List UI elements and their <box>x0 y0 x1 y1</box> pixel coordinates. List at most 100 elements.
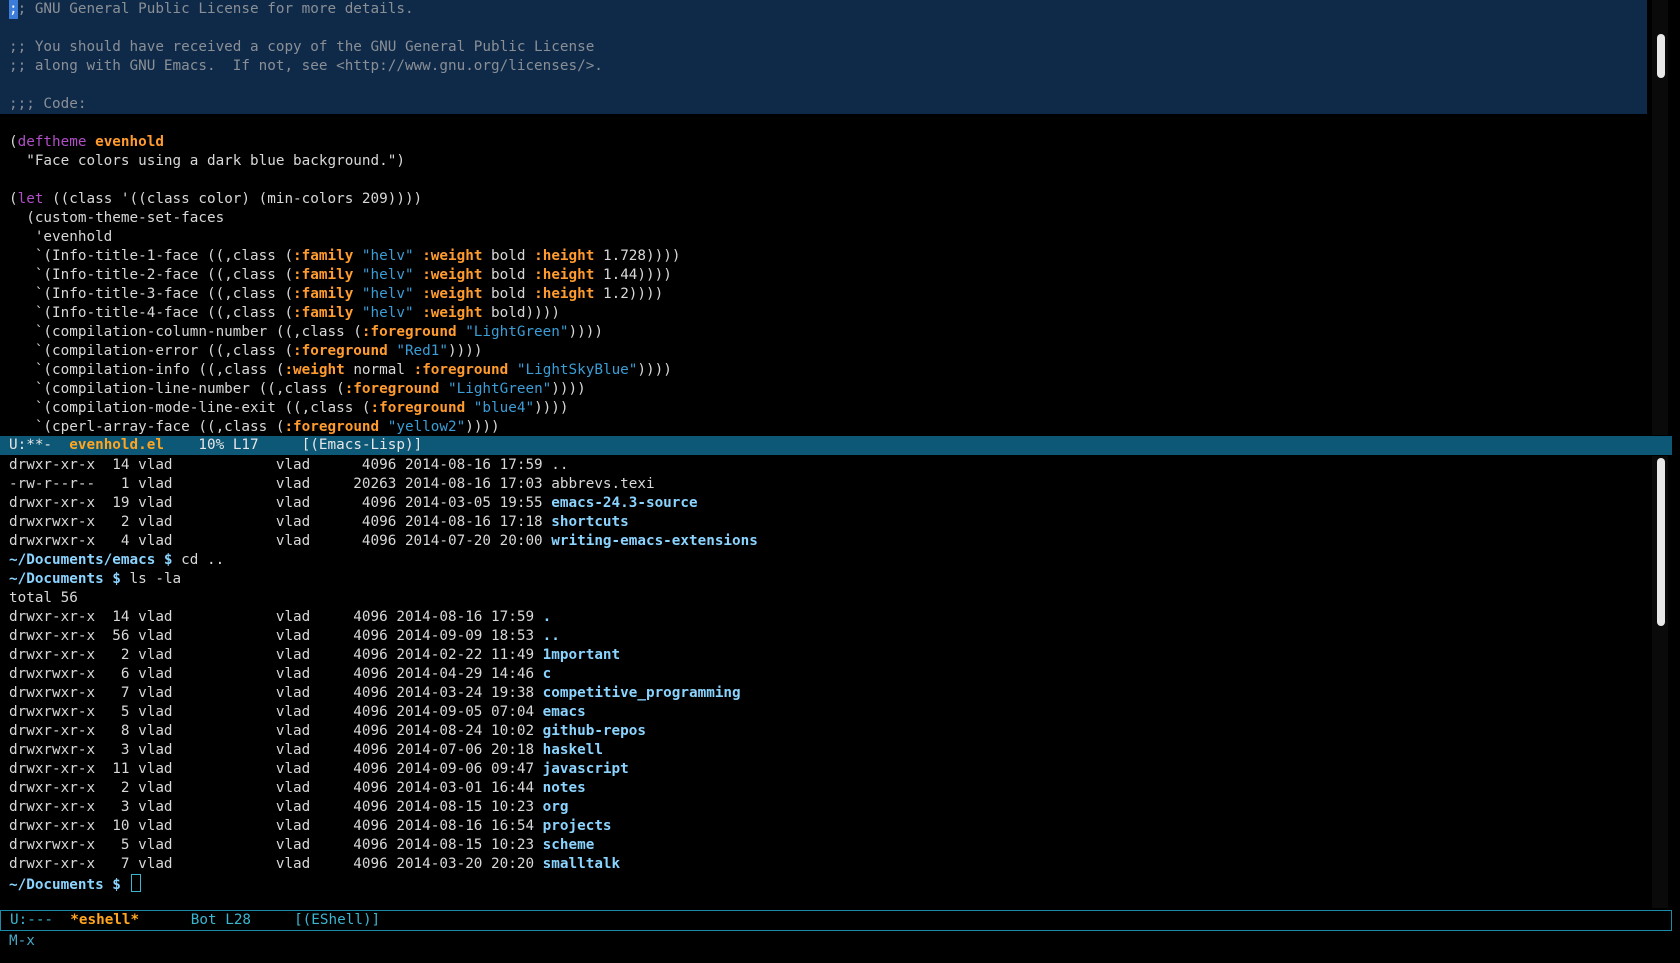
shell-input-line[interactable]: ~/Documents $ <box>0 874 1648 893</box>
modeline-mode[interactable]: [(Emacs-Lisp)] <box>302 437 423 453</box>
ls-file-name[interactable]: javascript <box>543 761 629 777</box>
code-line: `(compilation-line-number ((,class (:for… <box>0 380 1648 399</box>
shell-command: ls -la <box>120 571 182 587</box>
code-line: ;;; Code: <box>9 96 87 112</box>
code-line: `(compilation-error ((,class (:foregroun… <box>0 342 1648 361</box>
code-text: normal <box>344 362 414 378</box>
eshell-window[interactable]: drwxr-xr-x 14 vlad vlad 4096 2014-08-16 … <box>0 456 1648 908</box>
ls-row-info: drwxr-xr-x 11 vlad vlad 4096 2014-09-06 … <box>9 761 543 777</box>
ls-file-name[interactable]: emacs <box>543 704 586 720</box>
ls-file-name[interactable]: scheme <box>543 837 595 853</box>
keyword-arg: :foreground <box>284 419 380 435</box>
keyword-arg: :family <box>293 267 354 283</box>
ls-row: drwxr-xr-x 56 vlad vlad 4096 2014-09-09 … <box>0 627 1648 646</box>
ls-file-name[interactable]: .. <box>551 457 568 473</box>
code-text: )))) <box>448 343 483 359</box>
ls-row: drwxr-xr-x 11 vlad vlad 4096 2014-09-06 … <box>0 760 1648 779</box>
theme-name: evenhold <box>95 134 164 150</box>
ls-row-info: drwxr-xr-x 10 vlad vlad 4096 2014-08-16 … <box>9 818 543 834</box>
keyword: deftheme <box>17 134 87 150</box>
text-cursor[interactable] <box>130 874 141 892</box>
shell-prompt: ~/Documents $ <box>9 571 121 587</box>
keyword-arg: :foreground <box>413 362 509 378</box>
code-text: bold <box>482 286 535 302</box>
ls-row-info: drwxr-xr-x 2 vlad vlad 4096 2014-02-22 1… <box>9 647 543 663</box>
face-lines: `(compilation-column-number ((,class (:f… <box>0 323 1648 361</box>
editor-window-evenhold[interactable]: ;; GNU General Public License for more d… <box>0 0 1648 435</box>
code-text: )))) <box>637 362 672 378</box>
code-text: `(compilation-column-number ((,class ( <box>9 324 362 340</box>
mode-line-top[interactable]: U:**- evenhold.el 10% L17 [(Emacs-Lisp)] <box>0 436 1672 455</box>
ls-file-name[interactable]: notes <box>543 780 586 796</box>
code-text: 1.2)))) <box>594 286 664 302</box>
ls-file-name[interactable]: competitive_programming <box>543 685 741 701</box>
string-literal: "helv" <box>353 305 423 321</box>
scrollbar-thumb-bottom[interactable] <box>1657 458 1665 626</box>
shell-command: cd .. <box>172 552 225 568</box>
echo-area[interactable]: M-x <box>0 932 1680 951</box>
code-line: `(Info-title-4-face ((,class (:family "h… <box>0 304 1648 323</box>
mode-line-bottom[interactable]: U:--- *eshell* Bot L28 [(EShell)] <box>0 910 1672 931</box>
ls-total: total 56 <box>9 590 78 606</box>
code-line: (deftheme evenhold <box>9 134 164 150</box>
string-literal: "helv" <box>353 267 423 283</box>
modeline-position: 10% L17 <box>163 437 302 453</box>
modeline-buffer-name[interactable]: evenhold.el <box>69 437 164 453</box>
ls-row: drwxr-xr-x 14 vlad vlad 4096 2014-08-16 … <box>0 456 1648 475</box>
code-line: ;; GNU General Public License for more d… <box>0 0 1648 19</box>
ls-row: drwxrwxr-x 6 vlad vlad 4096 2014-04-29 1… <box>0 665 1648 684</box>
code-text: `(Info-title-2-face ((,class ( <box>9 267 294 283</box>
code-text: `(Info-title-3-face ((,class ( <box>9 286 294 302</box>
ls-row-info: drwxr-xr-x 14 vlad vlad 4096 2014-08-16 … <box>9 609 543 625</box>
code-text: 1.44)))) <box>594 267 672 283</box>
code-line: `(compilation-mode-line-exit ((,class (:… <box>0 399 1648 418</box>
face-lines: `(compilation-line-number ((,class (:for… <box>0 380 1648 435</box>
code-text: 1.728)))) <box>594 248 681 264</box>
modeline-mode[interactable]: [(EShell)] <box>294 912 380 928</box>
ls-row: drwxr-xr-x 2 vlad vlad 4096 2014-03-01 1… <box>0 779 1648 798</box>
ls-row: -rw-r--r-- 1 vlad vlad 20263 2014-08-16 … <box>0 475 1648 494</box>
ls-row-info: drwxr-xr-x 3 vlad vlad 4096 2014-08-15 1… <box>9 799 543 815</box>
ls-file-name[interactable]: abbrevs.texi <box>551 476 654 492</box>
code-line: (custom-theme-set-faces <box>9 210 225 226</box>
code-buffer[interactable]: ;; GNU General Public License for more d… <box>0 0 1648 435</box>
string-literal: "Red1" <box>387 343 448 359</box>
code-text: bold <box>482 248 535 264</box>
code-text: )))) <box>534 400 569 416</box>
string-literal: "LightSkyBlue" <box>508 362 638 378</box>
code-line: `(Info-title-3-face ((,class (:family "h… <box>0 285 1648 304</box>
ls-file-name[interactable]: projects <box>543 818 612 834</box>
scrollbar-thumb-top[interactable] <box>1657 34 1665 78</box>
ls-row: drwxrwxr-x 4 vlad vlad 4096 2014-07-20 2… <box>0 532 1648 551</box>
ls-file-name[interactable]: haskell <box>543 742 603 758</box>
ls-file-name[interactable]: smalltalk <box>543 856 620 872</box>
ls-file-name[interactable]: org <box>543 799 569 815</box>
code-line: `(compilation-info ((,class (:weight nor… <box>0 361 1648 380</box>
ls-file-name[interactable]: .. <box>543 628 560 644</box>
modeline-buffer-name[interactable]: *eshell* <box>70 912 139 928</box>
shell-command-line: ~/Documents $ ls -la <box>0 570 1648 589</box>
ls-file-name[interactable]: c <box>543 666 552 682</box>
code-line: `(compilation-column-number ((,class (:f… <box>0 323 1648 342</box>
keyword-arg: :family <box>293 286 354 302</box>
ls-row: drwxr-xr-x 10 vlad vlad 4096 2014-08-16 … <box>0 817 1648 836</box>
ls-file-name[interactable]: github-repos <box>543 723 646 739</box>
ls-file-name[interactable]: shortcuts <box>551 514 628 530</box>
ls-file-name[interactable]: emacs-24.3-source <box>551 495 697 511</box>
code-line: 'evenhold <box>9 229 113 245</box>
ls-row: drwxr-xr-x 14 vlad vlad 4096 2014-08-16 … <box>0 608 1648 627</box>
string-literal: "helv" <box>353 286 423 302</box>
code-text: )))) <box>568 324 603 340</box>
string-literal: "LightGreen" <box>456 324 569 340</box>
ls-file-name[interactable]: . <box>543 609 552 625</box>
face-lines: `(Info-title-1-face ((,class (:family "h… <box>0 247 1648 323</box>
ls-file-name[interactable]: 1mportant <box>543 647 620 663</box>
keyword-arg: :foreground <box>370 400 466 416</box>
code-line: ;; along with GNU Emacs. If not, see <ht… <box>9 58 603 74</box>
ls-file-name[interactable]: writing-emacs-extensions <box>551 533 758 549</box>
keyword-arg: :height <box>534 248 595 264</box>
ls-row-info: drwxr-xr-x 7 vlad vlad 4096 2014-03-20 2… <box>9 856 543 872</box>
keyword-arg: :weight <box>422 305 483 321</box>
